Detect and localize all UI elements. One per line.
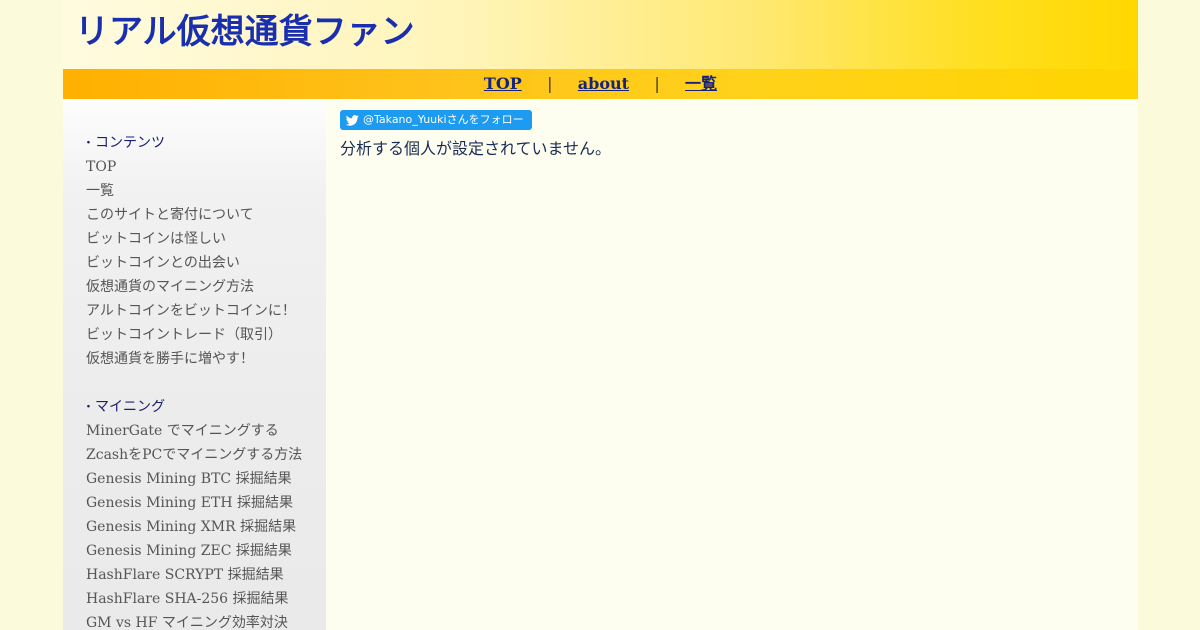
site-title[interactable]: リアル仮想通貨ファン (75, 10, 415, 54)
global-nav: TOP | about | 一覧 (63, 69, 1138, 99)
nav-separator: | (547, 74, 553, 93)
sidebar-item-about-donation[interactable]: このサイトと寄付について (86, 203, 321, 227)
sidebar-item-genesis-xmr[interactable]: Genesis Mining XMR 採掘結果 (86, 515, 321, 539)
sidebar-item-altcoin-to-bitcoin[interactable]: アルトコインをビットコインに！ (86, 299, 321, 323)
sidebar-heading-label: マイニング (95, 399, 165, 415)
sidebar-item-genesis-eth[interactable]: Genesis Mining ETH 採掘結果 (86, 491, 321, 515)
nav-link-list[interactable]: 一覧 (685, 74, 717, 93)
nav-separator: | (654, 74, 660, 93)
sidebar: · コンテンツ TOP 一覧 このサイトと寄付について ビットコインは怪しい ビッ… (63, 99, 326, 630)
sidebar-heading-label: コンテンツ (95, 135, 165, 151)
page-container: リアル仮想通貨ファン TOP | about | 一覧 · コンテンツ TOP 一覧 この… (63, 0, 1138, 630)
sidebar-item-genesis-zec[interactable]: Genesis Mining ZEC 採掘結果 (86, 539, 321, 563)
sidebar-item-hashflare-sha256[interactable]: HashFlare SHA-256 採掘結果 (86, 587, 321, 611)
site-header: リアル仮想通貨ファン (63, 0, 1138, 69)
sidebar-item-increase-crypto[interactable]: 仮想通貨を勝手に増やす！ (86, 347, 321, 371)
sidebar-item-minergate[interactable]: MinerGate でマイニングする (86, 419, 321, 443)
follow-button-label: @Takano_Yuukiさんをフォロー (363, 113, 524, 126)
sidebar-item-mining-method[interactable]: 仮想通貨のマイニング方法 (86, 275, 321, 299)
sidebar-section-contents: · コンテンツ TOP 一覧 このサイトと寄付について ビットコインは怪しい ビッ… (86, 131, 321, 371)
sidebar-item-bitcoin-encounter[interactable]: ビットコインとの出会い (86, 251, 321, 275)
bullet-icon: · (86, 135, 91, 151)
twitter-bird-icon (346, 114, 359, 126)
sidebar-item-bitcoin-trade[interactable]: ビットコイントレード（取引） (86, 323, 321, 347)
sidebar-item-gm-vs-hf[interactable]: GM vs HF マイニング効率対決 (86, 611, 321, 630)
sidebar-heading: · マイニング (86, 395, 321, 419)
nav-link-top[interactable]: TOP (484, 74, 522, 93)
nav-link-about[interactable]: about (578, 74, 629, 93)
sidebar-item-hashflare-scrypt[interactable]: HashFlare SCRYPT 採掘結果 (86, 563, 321, 587)
sidebar-item-bitcoin-suspicious[interactable]: ビットコインは怪しい (86, 227, 321, 251)
bullet-icon: · (86, 399, 91, 415)
sidebar-item-list[interactable]: 一覧 (86, 179, 321, 203)
main-content: @Takano_Yuukiさんをフォロー 分析する個人が設定されていません。 (326, 99, 1138, 630)
sidebar-item-genesis-btc[interactable]: Genesis Mining BTC 採掘結果 (86, 467, 321, 491)
status-message: 分析する個人が設定されていません。 (340, 139, 612, 158)
sidebar-section-mining: · マイニング MinerGate でマイニングする ZcashをPCでマイニング… (86, 395, 321, 630)
twitter-follow-button[interactable]: @Takano_Yuukiさんをフォロー (340, 110, 532, 130)
sidebar-item-top[interactable]: TOP (86, 155, 321, 179)
sidebar-heading: · コンテンツ (86, 131, 321, 155)
sidebar-item-zcash-pc[interactable]: ZcashをPCでマイニングする方法 (86, 443, 321, 467)
